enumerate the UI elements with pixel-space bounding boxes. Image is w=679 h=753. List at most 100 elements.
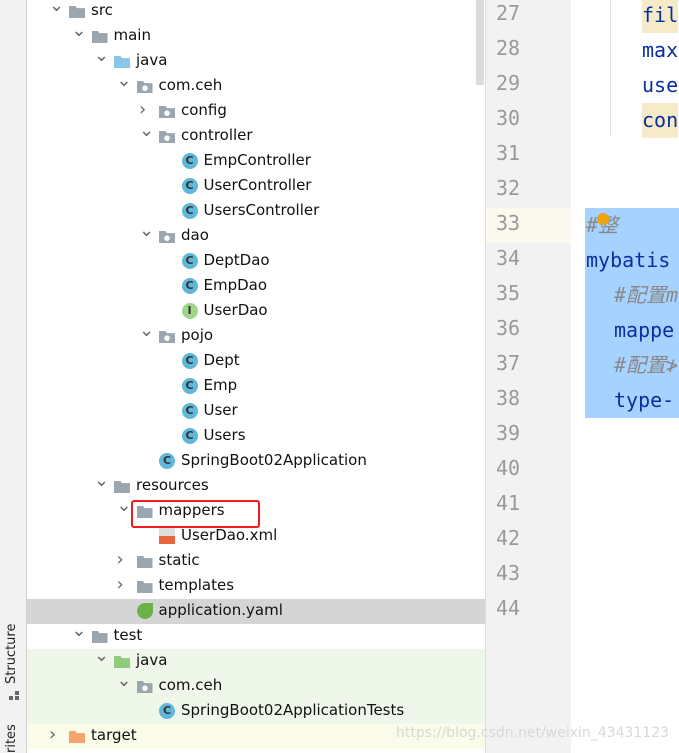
- line-number: 37: [496, 351, 521, 375]
- indent-guide: [610, 0, 611, 137]
- class-icon: C: [181, 153, 198, 169]
- package-icon: [159, 331, 175, 343]
- line-number: 30: [496, 106, 521, 130]
- line-number: 41: [496, 491, 521, 515]
- tree-item-label: EmpController: [203, 151, 311, 169]
- chevron-down-icon[interactable]: ⌄: [117, 70, 132, 91]
- tree-item[interactable]: C EmpController: [27, 149, 485, 174]
- tree-item-label: com.ceh: [158, 676, 223, 694]
- class-icon: C: [181, 253, 198, 269]
- tree-item[interactable]: C Dept: [27, 349, 485, 374]
- tree-item-label: config: [181, 101, 227, 119]
- line-number: 39: [496, 421, 521, 445]
- tree-item-label: UserController: [203, 176, 312, 194]
- tree-item[interactable]: application.yaml: [27, 599, 485, 624]
- tree-item[interactable]: ⌄ java: [27, 45, 485, 74]
- tree-item[interactable]: ⌄ java: [27, 645, 485, 674]
- class-icon: C: [181, 428, 198, 444]
- xml-file-icon: [159, 528, 175, 544]
- tree-item[interactable]: C EmpDao: [27, 274, 485, 299]
- tree-item-label: Dept: [203, 351, 240, 369]
- tree-item[interactable]: I UserDao: [27, 299, 485, 324]
- code-editor[interactable]: fil max use con #整 mybatis #配置m mappe #配置≯ type-: [570, 0, 679, 753]
- code-line: type-: [614, 388, 675, 412]
- tree-item-label: User: [203, 401, 238, 419]
- tree-item-label: Users: [203, 426, 246, 444]
- tree-item[interactable]: C DeptDao: [27, 249, 485, 274]
- folder-icon: [69, 731, 85, 743]
- line-number: 28: [496, 36, 521, 60]
- tree-item-label: application.yaml: [158, 601, 283, 619]
- side-tool-strip: Structure rites: [0, 0, 27, 753]
- tree-item[interactable]: ⌄ com.ceh: [27, 70, 485, 99]
- chevron-down-icon[interactable]: ⌄: [139, 220, 154, 241]
- spring-class-icon: C: [159, 453, 175, 469]
- favorites-tab[interactable]: rites: [4, 724, 19, 753]
- line-number: 31: [496, 141, 521, 165]
- tree-item-label: EmpDao: [203, 276, 268, 294]
- package-icon: [136, 81, 153, 93]
- tree-item[interactable]: ⌄ controller: [27, 120, 485, 149]
- tree-item[interactable]: ⌄ src: [27, 0, 485, 24]
- structure-icon: [9, 691, 19, 701]
- tree-item[interactable]: ⌄ pojo: [27, 320, 485, 349]
- chevron-right-icon[interactable]: ›: [49, 724, 63, 745]
- tree-item[interactable]: ⌄ dao: [27, 220, 485, 249]
- tree-item-label: controller: [181, 126, 253, 144]
- tree-scrollbar[interactable]: [476, 0, 484, 85]
- highlight-box: [131, 500, 260, 528]
- tree-item-label: SpringBoot02ApplicationTests: [181, 701, 405, 719]
- folder-icon: [91, 31, 108, 43]
- line-number: 44: [496, 596, 521, 620]
- lightbulb-icon[interactable]: [597, 213, 609, 225]
- editor-gutter: 27 28 29 30 31 32 33 34 35 36 37 38 39 40 41 42 43 44: [485, 0, 571, 753]
- tree-item[interactable]: C UserController: [27, 174, 485, 199]
- folder-icon: [136, 581, 153, 593]
- package-icon: [159, 231, 175, 243]
- tree-item[interactable]: C Emp: [27, 374, 485, 399]
- line-number: 32: [496, 176, 521, 200]
- line-number: 29: [496, 71, 521, 95]
- tree-item[interactable]: C User: [27, 399, 485, 424]
- tree-item-label: UsersController: [203, 201, 320, 219]
- chevron-right-icon[interactable]: ›: [117, 549, 131, 570]
- chevron-down-icon[interactable]: ⌄: [94, 45, 109, 66]
- chevron-down-icon[interactable]: ⌄: [117, 495, 132, 516]
- chevron-down-icon[interactable]: ⌄: [72, 20, 87, 41]
- tree-item[interactable]: ⌄ resources: [27, 470, 485, 499]
- project-tree: ⌄ src ⌄ main ⌄ java ⌄ com.ceh › config ⌄ controller…: [27, 0, 485, 753]
- code-line: mybatis: [586, 248, 671, 272]
- chevron-down-icon[interactable]: ⌄: [72, 620, 87, 641]
- tree-item-label: target: [91, 726, 137, 744]
- tree-item-label: resources: [136, 476, 209, 494]
- tree-item-label: pojo: [181, 326, 214, 344]
- tree-item[interactable]: ⌄ com.ceh: [27, 670, 485, 699]
- folder-icon: [69, 6, 85, 18]
- line-number: 43: [496, 561, 521, 585]
- chevron-down-icon[interactable]: ⌄: [117, 670, 132, 691]
- tree-item[interactable]: › static: [27, 549, 485, 574]
- tree-item[interactable]: C SpringBoot02ApplicationTests: [27, 699, 485, 724]
- chevron-down-icon[interactable]: ⌄: [94, 645, 109, 666]
- folder-icon: [91, 631, 108, 643]
- tree-item[interactable]: › templates: [27, 574, 485, 599]
- code-line: fil: [642, 0, 679, 33]
- chevron-down-icon[interactable]: ⌄: [139, 320, 154, 341]
- tree-item-label: static: [158, 551, 200, 569]
- package-icon: [136, 681, 153, 693]
- chevron-right-icon[interactable]: ›: [117, 574, 131, 595]
- code-line: mappe: [614, 318, 675, 342]
- code-line: con: [642, 103, 679, 138]
- chevron-down-icon[interactable]: ⌄: [49, 0, 64, 16]
- folder-icon: [114, 481, 130, 493]
- watermark: https://blog.csdn.net/weixin_43431123: [396, 725, 670, 741]
- chevron-down-icon[interactable]: ⌄: [94, 470, 109, 491]
- line-number: 40: [496, 456, 521, 480]
- chevron-right-icon[interactable]: ›: [139, 99, 153, 120]
- tree-item[interactable]: › config: [27, 99, 485, 124]
- structure-tab[interactable]: Structure: [4, 624, 19, 684]
- tree-item[interactable]: C UsersController: [27, 199, 485, 224]
- package-icon: [159, 131, 175, 143]
- tree-item[interactable]: C Users: [27, 424, 485, 449]
- chevron-down-icon[interactable]: ⌄: [139, 120, 154, 141]
